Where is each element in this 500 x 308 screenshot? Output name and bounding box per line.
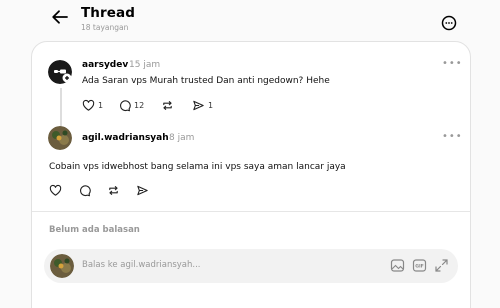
reply-avatar[interactable] xyxy=(48,126,72,150)
reply-more-icon[interactable]: ••• xyxy=(442,131,463,142)
reply-time: 8 jam xyxy=(169,133,195,143)
comment-bubble-icon xyxy=(120,100,131,112)
heart-icon xyxy=(49,184,62,196)
like-button[interactable]: 1 xyxy=(82,99,103,112)
gif-icon[interactable]: GIF xyxy=(412,258,427,273)
post-username[interactable]: aarsydev xyxy=(82,60,128,70)
reply-placeholder: Balas ke agil.wadriansyah... xyxy=(82,260,201,270)
avatar xyxy=(50,254,74,278)
send-icon xyxy=(193,100,204,111)
more-circle-icon[interactable] xyxy=(440,14,458,32)
avatar[interactable] xyxy=(48,60,72,84)
share-button[interactable]: 1 xyxy=(192,99,213,112)
repost-icon xyxy=(109,186,118,195)
no-replies-label: Belum ada balasan xyxy=(49,225,140,235)
comment-bubble-icon xyxy=(80,185,91,197)
reply-share-button[interactable] xyxy=(136,184,149,197)
comment-count: 12 xyxy=(134,101,145,110)
svg-text:GIF: GIF xyxy=(415,264,424,270)
like-count: 1 xyxy=(98,101,104,110)
post-text: Ada Saran vps Murah trusted Dan anti nge… xyxy=(82,76,330,86)
send-icon xyxy=(137,185,148,196)
comment-button[interactable]: 12 xyxy=(118,99,144,112)
post-more-icon[interactable]: ••• xyxy=(442,58,463,69)
thread-card: aarsydev 15 jam ••• Ada Saran vps Murah … xyxy=(31,41,471,308)
reply-text: Cobain vps idwebhost bang selama ini vps… xyxy=(49,162,346,172)
expand-icon[interactable] xyxy=(434,258,449,273)
reply-input[interactable]: Balas ke agil.wadriansyah... GIF xyxy=(44,249,458,283)
repost-button[interactable] xyxy=(161,99,177,112)
back-arrow-icon[interactable] xyxy=(50,7,70,27)
reply-username[interactable]: agil.wadriansyah xyxy=(82,133,169,143)
share-count: 1 xyxy=(208,101,214,110)
divider xyxy=(32,211,470,212)
reply-comment-button[interactable] xyxy=(78,184,91,197)
page-title: Thread xyxy=(81,5,136,21)
reply-repost-button[interactable] xyxy=(107,184,120,197)
top-bar: Thread 18 tayangan xyxy=(0,0,500,40)
repost-icon xyxy=(163,101,172,110)
view-count: 18 tayangan xyxy=(81,23,129,32)
reply-like-button[interactable] xyxy=(49,184,62,197)
image-icon[interactable] xyxy=(390,258,405,273)
post-time: 15 jam xyxy=(129,60,161,70)
heart-icon xyxy=(82,99,95,111)
